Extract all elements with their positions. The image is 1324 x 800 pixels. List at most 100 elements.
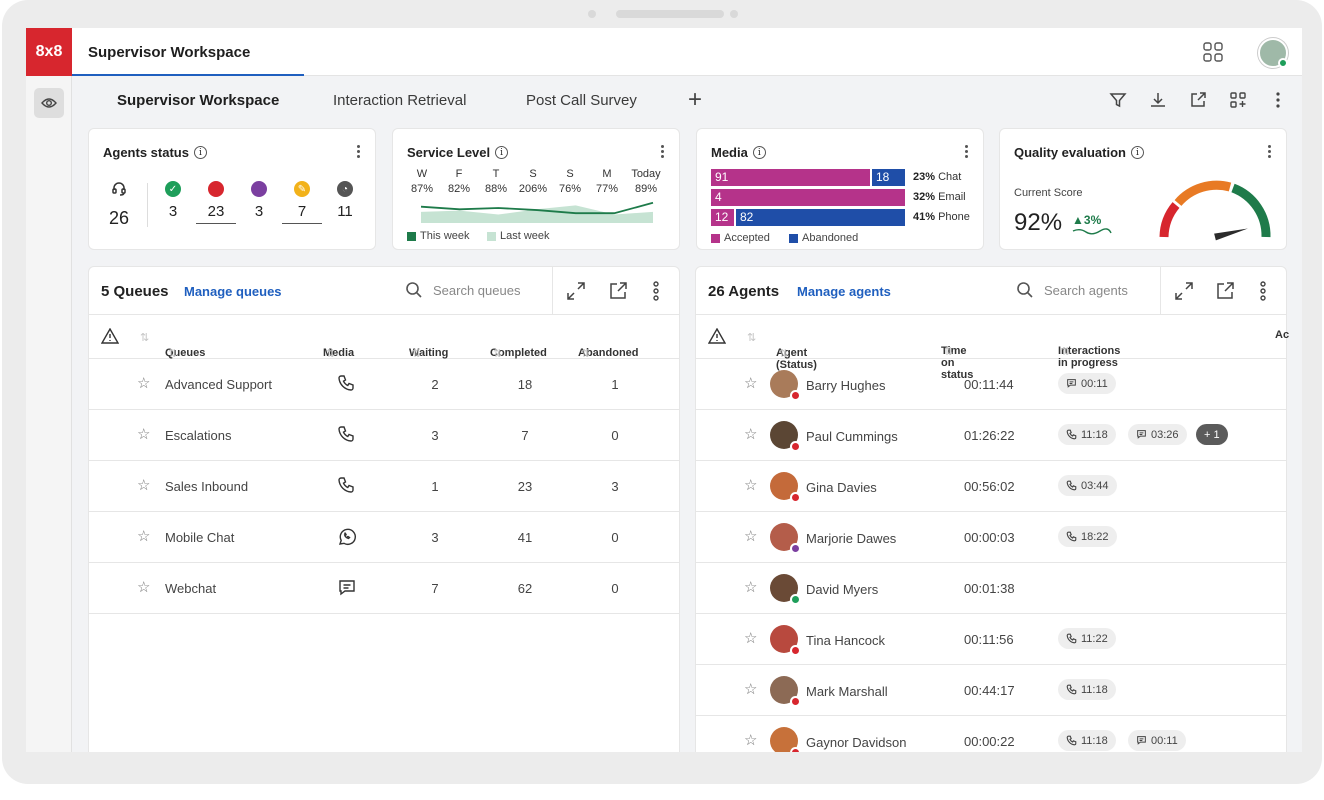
info-icon[interactable]: i [1130,146,1144,159]
more-options-icon[interactable] [357,145,361,160]
apps-grid-icon[interactable] [1202,41,1224,68]
add-widget-icon[interactable] [1226,88,1250,112]
more-options-icon[interactable] [1266,88,1290,112]
status-busy[interactable]: 23 [196,181,236,224]
interaction-chip[interactable]: 03:44 [1058,475,1117,496]
col-truncated[interactable]: Ac [1275,329,1289,341]
expand-icon[interactable] [565,280,587,307]
queue-row[interactable]: ☆ Advanced Support 2 18 1 [89,359,679,410]
agent-name[interactable]: Gina Davies [806,480,877,495]
download-icon[interactable] [1146,88,1170,112]
sort-icon[interactable]: ⇅ [747,331,756,344]
agent-row[interactable]: ☆ Gaynor Davidson 00:00:22 11:18 00:11 [696,716,1286,752]
monitor-view-button[interactable] [34,88,64,118]
open-external-icon[interactable] [1186,88,1210,112]
agent-name[interactable]: Gaynor Davidson [806,735,906,750]
open-external-icon[interactable] [607,280,629,307]
more-options-icon[interactable] [965,145,969,160]
manage-queues-link[interactable]: Manage queues [184,284,282,299]
queue-row[interactable]: ☆ Mobile Chat 3 41 0 [89,512,679,563]
open-external-icon[interactable] [1214,280,1236,307]
agent-name[interactable]: Marjorie Dawes [806,531,896,546]
agent-row[interactable]: ☆ Barry Hughes 00:11:44 00:11 [696,359,1286,410]
info-icon[interactable]: i [495,146,509,159]
queue-row[interactable]: ☆ Escalations 3 7 0 [89,410,679,461]
phone-icon [1066,633,1077,644]
interaction-chip[interactable]: + 1 [1196,424,1228,445]
status-on-break[interactable]: 3 [239,181,279,220]
favorite-star-icon[interactable]: ☆ [137,425,150,443]
favorite-star-icon[interactable]: ☆ [137,578,150,596]
favorite-star-icon[interactable]: ☆ [744,425,757,443]
status-available[interactable]: ✓ 3 [153,181,193,220]
avatar[interactable] [770,421,801,452]
more-options-icon[interactable] [661,145,665,160]
filter-icon[interactable] [1106,88,1130,112]
user-avatar[interactable] [1258,38,1288,68]
interaction-chip[interactable]: 11:18 [1058,730,1116,751]
abandoned-bar[interactable]: 82 [736,209,905,226]
favorite-star-icon[interactable]: ☆ [744,680,757,698]
interaction-chip[interactable]: 11:18 [1058,679,1116,700]
search-queues-input[interactable]: Search queues [405,281,520,299]
agent-name[interactable]: Mark Marshall [806,684,888,699]
interaction-chip[interactable]: 03:26 [1128,424,1187,445]
agent-name[interactable]: Tina Hancock [806,633,885,648]
brand-logo[interactable]: 8x8 [26,28,72,76]
avatar[interactable] [770,625,801,656]
accepted-bar[interactable]: 4 [711,189,905,206]
info-icon[interactable]: i [193,146,207,159]
accepted-bar[interactable]: 12 [711,209,734,226]
queue-row[interactable]: ☆ Webchat 7 62 0 [89,563,679,614]
tab-post-call-survey[interactable]: Post Call Survey [526,92,637,109]
tab-supervisor-workspace[interactable]: Supervisor Workspace [117,92,279,109]
search-agents-input[interactable]: Search agents [1016,281,1128,299]
agent-row[interactable]: ☆ Tina Hancock 00:11:56 11:22 [696,614,1286,665]
expand-icon[interactable] [1173,280,1195,307]
favorite-star-icon[interactable]: ☆ [744,476,757,494]
info-icon[interactable]: i [752,146,766,159]
interaction-chip[interactable]: 11:22 [1058,628,1116,649]
favorite-star-icon[interactable]: ☆ [744,731,757,749]
favorite-star-icon[interactable]: ☆ [744,527,757,545]
favorite-star-icon[interactable]: ☆ [744,578,757,596]
more-options-icon[interactable] [653,280,659,307]
status-offline[interactable]: ◔ 11 [325,181,365,220]
status-wrap-up[interactable]: ✎ 7 [282,181,322,224]
agent-name[interactable]: David Myers [806,582,878,597]
agent-row[interactable]: ☆ David Myers 00:01:38 [696,563,1286,614]
agent-name[interactable]: Paul Cummings [806,429,898,444]
agent-row[interactable]: ☆ Mark Marshall 00:44:17 11:18 [696,665,1286,716]
manage-agents-link[interactable]: Manage agents [797,284,891,299]
agent-row[interactable]: ☆ Paul Cummings 01:26:22 11:18 03:26 + 1 [696,410,1286,461]
more-options-icon[interactable] [1260,280,1266,307]
avatar[interactable] [770,523,801,554]
agent-row[interactable]: ☆ Marjorie Dawes 00:00:03 18:22 [696,512,1286,563]
agent-row[interactable]: ☆ Gina Davies 00:56:02 03:44 [696,461,1286,512]
accepted-bar[interactable]: 91 [711,169,870,186]
abandoned-bar[interactable]: 18 [872,169,905,186]
favorite-star-icon[interactable]: ☆ [137,527,150,545]
interaction-chip[interactable]: 18:22 [1058,526,1117,547]
interaction-chip[interactable]: 11:18 [1058,424,1116,445]
favorite-star-icon[interactable]: ☆ [744,629,757,647]
add-tab-button[interactable]: + [688,86,702,114]
warning-icon[interactable] [100,327,120,347]
sort-icon[interactable]: ⇅ [140,331,149,344]
agent-name[interactable]: Barry Hughes [806,378,885,393]
queue-row[interactable]: ☆ Sales Inbound 1 23 3 [89,461,679,512]
avatar[interactable] [770,676,801,707]
avatar[interactable] [770,472,801,503]
tab-interaction-retrieval[interactable]: Interaction Retrieval [333,92,466,109]
more-options-icon[interactable] [1268,145,1272,160]
favorite-star-icon[interactable]: ☆ [744,374,757,392]
media-share-pct: 23% [913,171,936,183]
avatar[interactable] [770,727,801,752]
favorite-star-icon[interactable]: ☆ [137,374,150,392]
warning-icon[interactable] [707,327,727,347]
favorite-star-icon[interactable]: ☆ [137,476,150,494]
avatar[interactable] [770,574,801,605]
avatar[interactable] [770,370,801,401]
interaction-chip[interactable]: 00:11 [1128,730,1186,751]
interaction-chip[interactable]: 00:11 [1058,373,1116,394]
